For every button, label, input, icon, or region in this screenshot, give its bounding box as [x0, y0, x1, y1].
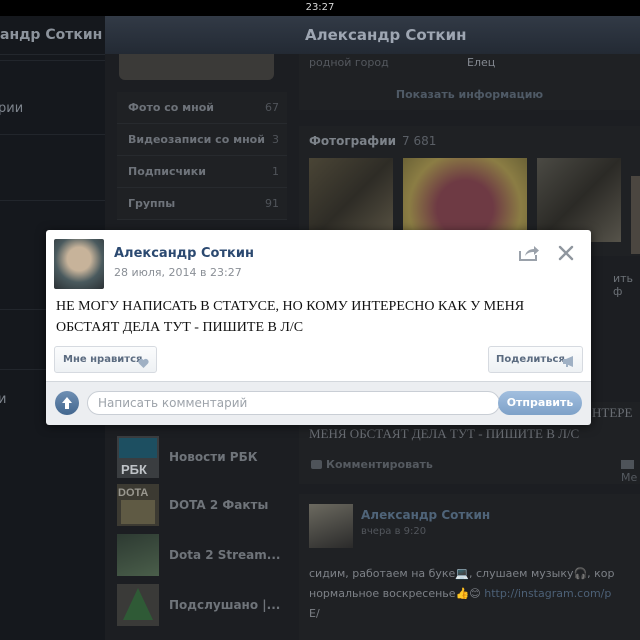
left-sidebar-title: андр Соткин [0, 27, 103, 43]
feed-item-name: Подслушано |... [169, 598, 281, 612]
menu-item-count: 67 [265, 101, 279, 114]
photo-thumbnail[interactable] [631, 176, 640, 254]
feed-item[interactable]: Подслушано |... [117, 584, 287, 630]
heart-icon [138, 354, 149, 368]
avatar[interactable] [54, 239, 104, 289]
menu-item-videos-with-me[interactable]: Видеозаписи со мной 3 [117, 124, 287, 156]
post-author[interactable]: Александр Соткин [361, 508, 490, 522]
photos-title-label: Фотографии [309, 134, 397, 148]
page-title: Александр Соткин [305, 26, 467, 44]
left-sidebar-item-label: и [0, 392, 7, 407]
like-button-label: Мне нравится [63, 354, 143, 365]
feed-item-name: Dota 2 Stream... [169, 548, 281, 562]
svg-text:DOTA: DOTA [118, 487, 148, 499]
stream-avatar-icon [117, 534, 159, 576]
background-post-text-line: МЕНЯ ОБСТАЯТ ДЕЛА ТУТ - ПИШИТЕ В Л/С [309, 426, 580, 441]
profile-menu: Фото со мной 67 Видеозаписи со мной 3 По… [117, 92, 287, 220]
upload-button[interactable] [55, 391, 79, 415]
status-time: 23:27 [305, 2, 335, 13]
status-bar: 23:27 [0, 0, 640, 16]
menu-item-label: Видеозаписи со мной [128, 133, 265, 146]
send-button[interactable]: Отправить [498, 391, 582, 415]
post-modal: Александр Соткин 28 июля, 2014 в 23:27 Н… [46, 230, 591, 425]
comment-bar: Отправить [46, 381, 591, 425]
like-button[interactable]: Мне нравится [54, 346, 157, 373]
post-text-line: сидим, работаем на буке💻, слушаем музыку… [309, 567, 615, 580]
dota-logo-icon: DOTA [117, 484, 159, 526]
tree-avatar-icon [117, 584, 159, 626]
photos-count: 7 681 [402, 134, 437, 148]
feed-item[interactable]: Dota 2 Stream... [117, 534, 287, 580]
profile-info-panel: родной город Елец Показать информацию [299, 54, 640, 110]
post-date: 28 июля, 2014 в 23:27 [114, 266, 242, 279]
comment-input[interactable] [87, 391, 500, 415]
menu-item-count: 91 [265, 197, 279, 210]
share-icon[interactable] [518, 244, 540, 262]
photos-title[interactable]: Фотографии 7 681 [309, 134, 436, 148]
comment-icon [311, 460, 322, 469]
menu-item-label: Фото со мной [128, 101, 214, 114]
share-button-label: Поделиться [496, 354, 565, 365]
post-text-line: нормальное воскресенье👍😊 [309, 587, 485, 600]
menu-item-count: 1 [272, 165, 279, 178]
menu-item-label: Группы [128, 197, 176, 210]
post-text-line: E/ [309, 607, 320, 620]
menu-item-photos-with-me[interactable]: Фото со мной 67 [117, 92, 287, 124]
profile-avatar[interactable] [119, 54, 274, 80]
post-author[interactable]: Александр Соткин [114, 246, 254, 261]
left-sidebar-item[interactable]: рии [0, 60, 105, 135]
background-post-2: Александр Соткин вчера в 9:20 сидим, раб… [299, 494, 640, 640]
avatar[interactable] [309, 504, 353, 548]
rbc-logo-icon: РБК [117, 436, 159, 478]
hometown-label: родной город [309, 56, 389, 69]
post-link[interactable]: http://instagram.com/p [484, 587, 611, 600]
more-button[interactable]: Ме [621, 458, 640, 484]
share-button[interactable]: Поделиться [488, 346, 583, 373]
megaphone-icon [562, 353, 576, 367]
left-sidebar-item-label: рии [0, 101, 24, 116]
arrow-up-icon [55, 391, 79, 415]
show-info-link[interactable]: Показать информацию [299, 88, 640, 101]
post-text: НЕ МОГУ НАПИСАТЬ В СТАТУСЕ, НО КОМУ ИНТЕ… [56, 299, 525, 335]
left-sidebar-item[interactable] [0, 134, 105, 195]
comment-button[interactable]: Комментировать [311, 458, 433, 471]
more-button-label: Ме [621, 471, 638, 484]
megaphone-icon [621, 460, 634, 469]
right-clipped-label: ить ф [613, 272, 634, 298]
main-header: Александр Соткин [105, 16, 640, 54]
feed-item-name: DOTA 2 Факты [169, 498, 269, 512]
feed-item-name: Новости РБК [169, 450, 258, 464]
post-text: сидим, работаем на буке💻, слушаем музыку… [309, 564, 640, 624]
menu-item-followers[interactable]: Подписчики 1 [117, 156, 287, 188]
feed-item[interactable]: DOTA DOTA 2 Факты [117, 484, 287, 530]
feed-item[interactable]: РБК Новости РБК [117, 436, 287, 482]
svg-text:РБК: РБК [121, 462, 147, 477]
menu-item-count: 3 [272, 133, 279, 146]
comment-button-label: Комментировать [326, 458, 433, 471]
post-time: вчера в 9:20 [361, 526, 427, 537]
menu-item-groups[interactable]: Группы 91 [117, 188, 287, 220]
close-icon[interactable] [557, 244, 575, 262]
left-sidebar-header: андр Соткин [0, 16, 105, 55]
hometown-value: Елец [467, 56, 496, 69]
menu-item-label: Подписчики [128, 165, 206, 178]
